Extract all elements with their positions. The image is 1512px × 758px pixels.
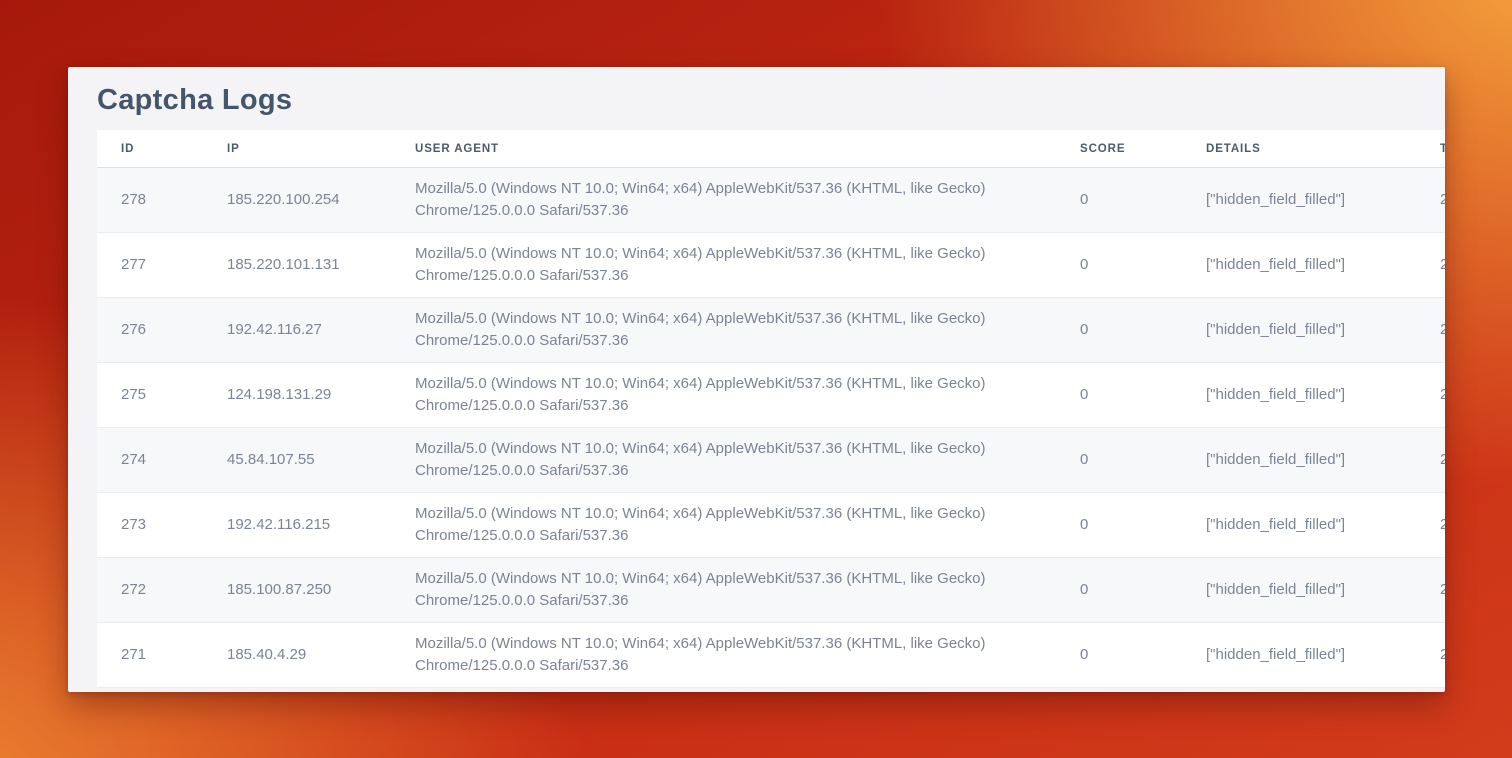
table-header-row: IDIPUSER AGENTSCOREDETAILSTIMESTAMP bbox=[97, 130, 1445, 168]
captcha-logs-table: IDIPUSER AGENTSCOREDETAILSTIMESTAMP 2781… bbox=[97, 130, 1445, 688]
cell-id: 274 bbox=[97, 428, 203, 493]
captcha-logs-card: Captcha Logs IDIPUSER AGENTSCOREDETAILST… bbox=[68, 67, 1445, 692]
cell-id: 272 bbox=[97, 558, 203, 623]
cell-ip: 185.220.101.131 bbox=[203, 233, 391, 298]
cell-user_agent: Mozilla/5.0 (Windows NT 10.0; Win64; x64… bbox=[391, 493, 1056, 558]
table-row: 272185.100.87.250Mozilla/5.0 (Windows NT… bbox=[97, 558, 1445, 623]
cell-timestamp: 2025-09-20 02:57:53 bbox=[1416, 298, 1445, 363]
cell-details: ["hidden_field_filled"] bbox=[1182, 558, 1416, 623]
cell-id: 275 bbox=[97, 363, 203, 428]
cell-score: 0 bbox=[1056, 298, 1182, 363]
cell-details: ["hidden_field_filled"] bbox=[1182, 168, 1416, 233]
cell-details: ["hidden_field_filled"] bbox=[1182, 428, 1416, 493]
cell-timestamp: 2025-09-20 02:27:45 bbox=[1416, 623, 1445, 688]
cell-score: 0 bbox=[1056, 493, 1182, 558]
cell-score: 0 bbox=[1056, 558, 1182, 623]
table-row: 271185.40.4.29Mozilla/5.0 (Windows NT 10… bbox=[97, 623, 1445, 688]
cell-score: 0 bbox=[1056, 428, 1182, 493]
cell-score: 0 bbox=[1056, 623, 1182, 688]
cell-id: 278 bbox=[97, 168, 203, 233]
column-header-score: SCORE bbox=[1056, 130, 1182, 168]
cell-details: ["hidden_field_filled"] bbox=[1182, 363, 1416, 428]
cell-user_agent: Mozilla/5.0 (Windows NT 10.0; Win64; x64… bbox=[391, 363, 1056, 428]
cell-score: 0 bbox=[1056, 168, 1182, 233]
cell-user_agent: Mozilla/5.0 (Windows NT 10.0; Win64; x64… bbox=[391, 168, 1056, 233]
cell-timestamp: 2025-09-20 02:33:41 bbox=[1416, 428, 1445, 493]
table-row: 27445.84.107.55Mozilla/5.0 (Windows NT 1… bbox=[97, 428, 1445, 493]
column-header-user_agent: USER AGENT bbox=[391, 130, 1056, 168]
column-header-id: ID bbox=[97, 130, 203, 168]
column-header-details: DETAILS bbox=[1182, 130, 1416, 168]
cell-id: 271 bbox=[97, 623, 203, 688]
table-row: 277185.220.101.131Mozilla/5.0 (Windows N… bbox=[97, 233, 1445, 298]
cell-id: 277 bbox=[97, 233, 203, 298]
table-header: IDIPUSER AGENTSCOREDETAILSTIMESTAMP bbox=[97, 130, 1445, 168]
cell-timestamp: 2025-09-20 03:00:19 bbox=[1416, 233, 1445, 298]
cell-ip: 185.100.87.250 bbox=[203, 558, 391, 623]
page-title: Captcha Logs bbox=[97, 83, 1418, 117]
cell-timestamp: 2025-09-20 03:03:06 bbox=[1416, 168, 1445, 233]
cell-ip: 192.42.116.27 bbox=[203, 298, 391, 363]
column-header-timestamp: TIMESTAMP bbox=[1416, 130, 1445, 168]
cell-user_agent: Mozilla/5.0 (Windows NT 10.0; Win64; x64… bbox=[391, 623, 1056, 688]
table-row: 276192.42.116.27Mozilla/5.0 (Windows NT … bbox=[97, 298, 1445, 363]
cell-timestamp: 2025-09-20 02:30:40 bbox=[1416, 493, 1445, 558]
cell-ip: 185.220.100.254 bbox=[203, 168, 391, 233]
cell-ip: 185.40.4.29 bbox=[203, 623, 391, 688]
cell-timestamp: 2025-09-20 02:29:40 bbox=[1416, 558, 1445, 623]
cell-details: ["hidden_field_filled"] bbox=[1182, 493, 1416, 558]
cell-details: ["hidden_field_filled"] bbox=[1182, 298, 1416, 363]
cell-details: ["hidden_field_filled"] bbox=[1182, 623, 1416, 688]
column-header-ip: IP bbox=[203, 130, 391, 168]
cell-user_agent: Mozilla/5.0 (Windows NT 10.0; Win64; x64… bbox=[391, 233, 1056, 298]
table-body: 278185.220.100.254Mozilla/5.0 (Windows N… bbox=[97, 168, 1445, 688]
cell-score: 0 bbox=[1056, 363, 1182, 428]
table-row: 273192.42.116.215Mozilla/5.0 (Windows NT… bbox=[97, 493, 1445, 558]
page-background: Captcha Logs IDIPUSER AGENTSCOREDETAILST… bbox=[0, 0, 1512, 758]
cell-user_agent: Mozilla/5.0 (Windows NT 10.0; Win64; x64… bbox=[391, 558, 1056, 623]
cell-ip: 192.42.116.215 bbox=[203, 493, 391, 558]
cell-timestamp: 2025-09-20 02:37:41 bbox=[1416, 363, 1445, 428]
cell-user_agent: Mozilla/5.0 (Windows NT 10.0; Win64; x64… bbox=[391, 428, 1056, 493]
cell-user_agent: Mozilla/5.0 (Windows NT 10.0; Win64; x64… bbox=[391, 298, 1056, 363]
cell-ip: 45.84.107.55 bbox=[203, 428, 391, 493]
table-row: 275124.198.131.29Mozilla/5.0 (Windows NT… bbox=[97, 363, 1445, 428]
cell-id: 276 bbox=[97, 298, 203, 363]
table-row: 278185.220.100.254Mozilla/5.0 (Windows N… bbox=[97, 168, 1445, 233]
cell-score: 0 bbox=[1056, 233, 1182, 298]
cell-id: 273 bbox=[97, 493, 203, 558]
cell-ip: 124.198.131.29 bbox=[203, 363, 391, 428]
cell-details: ["hidden_field_filled"] bbox=[1182, 233, 1416, 298]
